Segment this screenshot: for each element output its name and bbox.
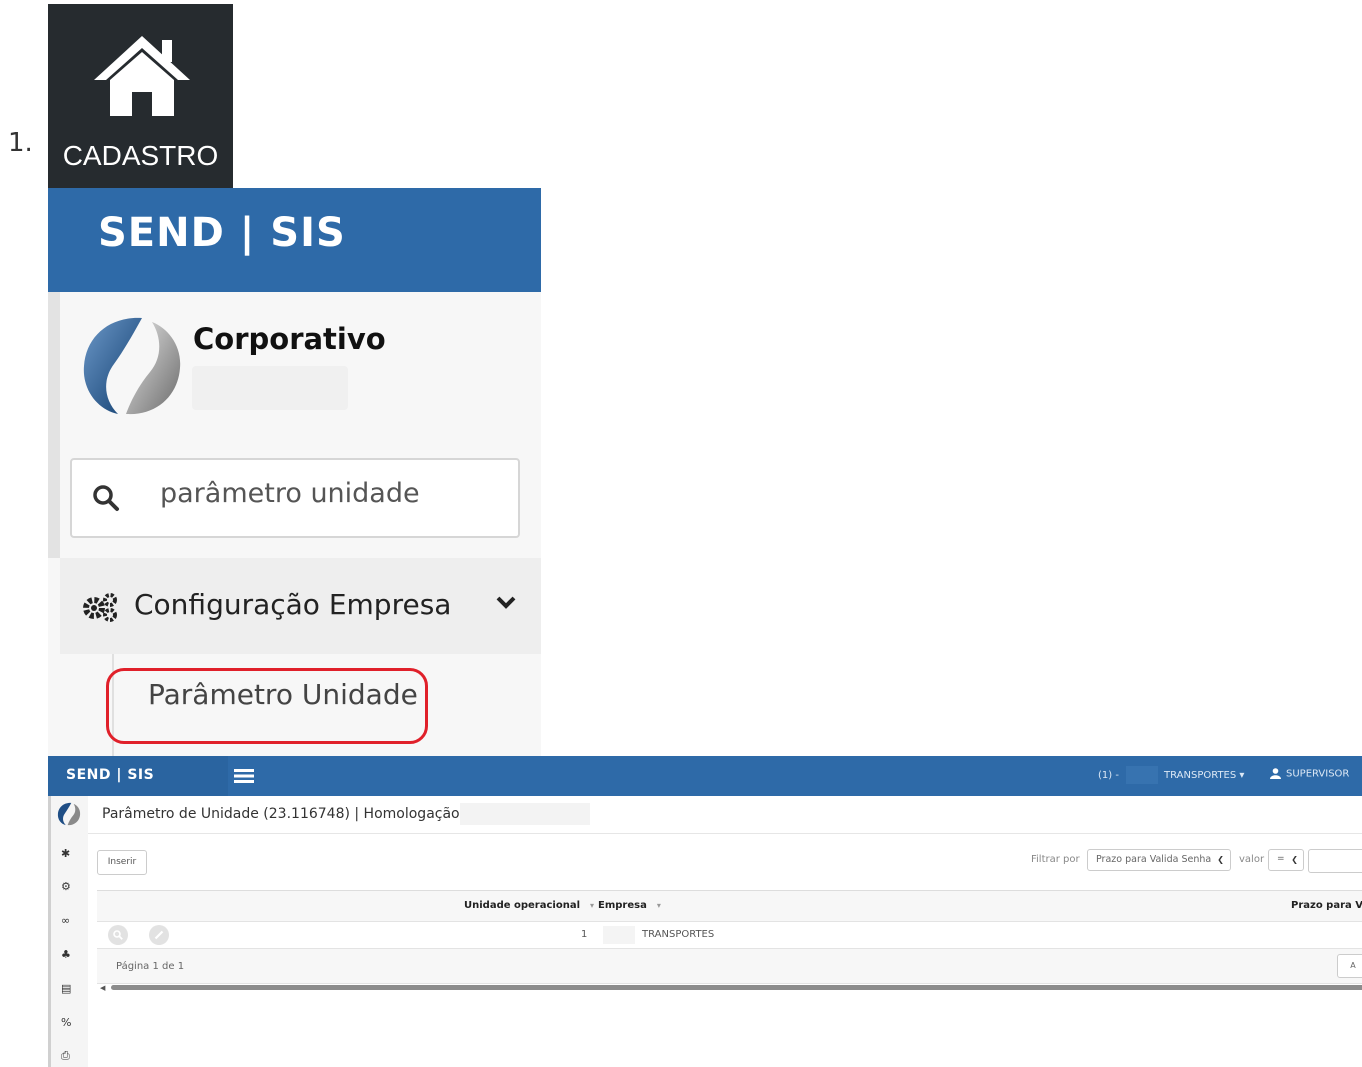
user-menu[interactable]: SUPERVISOR (1270, 768, 1349, 780)
filter-field-value: Prazo para Valida Senha (1096, 854, 1212, 865)
column-empresa[interactable]: Empresa ▾ (598, 900, 661, 911)
column-label: Empresa (598, 900, 647, 911)
company-logo-icon (57, 802, 81, 826)
submenu: Parâmetro Unidade (60, 654, 541, 756)
caret-down-icon: ▾ (1239, 770, 1245, 781)
chevron-down-icon (496, 596, 516, 609)
menu-search-input[interactable]: parâmetro unidade (70, 458, 520, 538)
home-icon[interactable]: ✱ (61, 847, 70, 860)
nav-counter: (1) - (1098, 770, 1119, 781)
search-value: parâmetro unidade (160, 478, 420, 509)
gears-icon[interactable]: ⚙ (61, 880, 71, 893)
print-icon[interactable]: ⎙ (61, 1049, 70, 1063)
step-number: 1. (8, 128, 33, 158)
table-row[interactable]: 1 TRANSPORTES (97, 922, 1362, 949)
filter-value-input[interactable] (1308, 849, 1362, 873)
zoom-left-bar (48, 292, 60, 558)
column-label: Unidade operacional (464, 900, 581, 911)
page-title: Parâmetro de Unidade (23.116748) | Homol… (102, 806, 469, 822)
cell-empresa: TRANSPORTES (642, 929, 715, 940)
zoomed-sidebar: SEND | SIS Corporativo parâmetro unidade (48, 188, 541, 756)
zoom-left-bar-lower (48, 558, 60, 756)
handshake-icon[interactable]: ∞ (61, 914, 70, 927)
title-redacted (460, 803, 590, 825)
app-sidebar: ✱ ⚙ ∞ ♣ ▤ % ⎙ (48, 796, 88, 1067)
user-icon (1270, 768, 1281, 779)
cell-redacted (603, 926, 635, 944)
top-navbar: SEND | SIS (1) - TRANSPORTES ▾ SUPERVISO… (48, 756, 1362, 796)
column-unidade-operacional[interactable]: Unidade operacional ▾ (464, 900, 594, 911)
data-grid: Unidade operacional ▾ Empresa ▾ Prazo para… (97, 890, 1362, 987)
chevron-down-icon: ❮ (1217, 855, 1224, 864)
highlight-circle (106, 668, 428, 744)
menu-item-label: Configuração Empresa (134, 588, 452, 621)
column-label: Prazo para V (1291, 900, 1362, 911)
hamburger-menu-icon[interactable] (234, 768, 254, 784)
cadastro-label: CADASTRO (62, 140, 219, 171)
sort-icon: ▾ (590, 901, 595, 910)
home-icon (94, 36, 190, 116)
insert-button[interactable]: Inserir (97, 850, 147, 875)
scroll-left-icon[interactable]: ◀ (100, 984, 105, 992)
grid-header: Unidade operacional ▾ Empresa ▾ Prazo para… (97, 891, 1362, 922)
horizontal-scrollbar[interactable]: ◀ (97, 984, 1362, 992)
scrollbar-thumb[interactable] (111, 985, 1362, 990)
gears-icon (83, 593, 117, 622)
filter-label: Filtrar por (1031, 854, 1080, 865)
zoom-brand: SEND | SIS (98, 210, 346, 256)
cadastro-tile[interactable]: CADASTRO (48, 4, 233, 188)
zoom-header: SEND | SIS (48, 188, 541, 292)
pager-text: Página 1 de 1 (116, 961, 185, 972)
page-titlebar: Parâmetro de Unidade (23.116748) | Homol… (88, 796, 1362, 834)
column-prazo[interactable]: Prazo para V (1291, 900, 1362, 911)
company-logo-icon (83, 317, 181, 415)
company-dropdown-label: TRANSPORTES (1164, 770, 1237, 781)
profile-redacted (192, 366, 348, 410)
nav-brand: SEND | SIS (66, 767, 155, 783)
chevron-down-icon: ❮ (1291, 855, 1298, 864)
operator-select[interactable]: = ❮ (1268, 849, 1304, 871)
operator-value: = (1277, 854, 1285, 864)
footer-button[interactable]: A (1337, 954, 1362, 978)
app-window: SEND | SIS (1) - TRANSPORTES ▾ SUPERVISO… (48, 756, 1362, 1067)
bank-icon[interactable]: ▤ (61, 982, 71, 995)
search-icon (93, 485, 119, 511)
search-icon (113, 930, 123, 940)
edit-button[interactable] (149, 925, 169, 945)
nav-redacted (1126, 766, 1158, 784)
percent-icon[interactable]: % (61, 1016, 71, 1029)
view-button[interactable] (108, 925, 128, 945)
cell-unidade: 1 (581, 929, 588, 940)
sitemap-icon[interactable]: ♣ (61, 948, 71, 961)
company-dropdown[interactable]: TRANSPORTES ▾ (1164, 770, 1244, 781)
filter-field-select[interactable]: Prazo para Valida Senha ❮ (1087, 849, 1231, 871)
profile-name: Corporativo (193, 322, 386, 356)
menu-item-configuracao-empresa[interactable]: Configuração Empresa (60, 558, 541, 654)
zoom-profile: Corporativo parâmetro unidade (60, 292, 541, 558)
grid-footer: Página 1 de 1 A (97, 949, 1362, 984)
pencil-icon (154, 930, 164, 940)
user-name: SUPERVISOR (1286, 768, 1350, 780)
valor-label: valor (1239, 854, 1265, 865)
sort-icon: ▾ (656, 901, 661, 910)
nav-brand-box: SEND | SIS (48, 756, 228, 796)
